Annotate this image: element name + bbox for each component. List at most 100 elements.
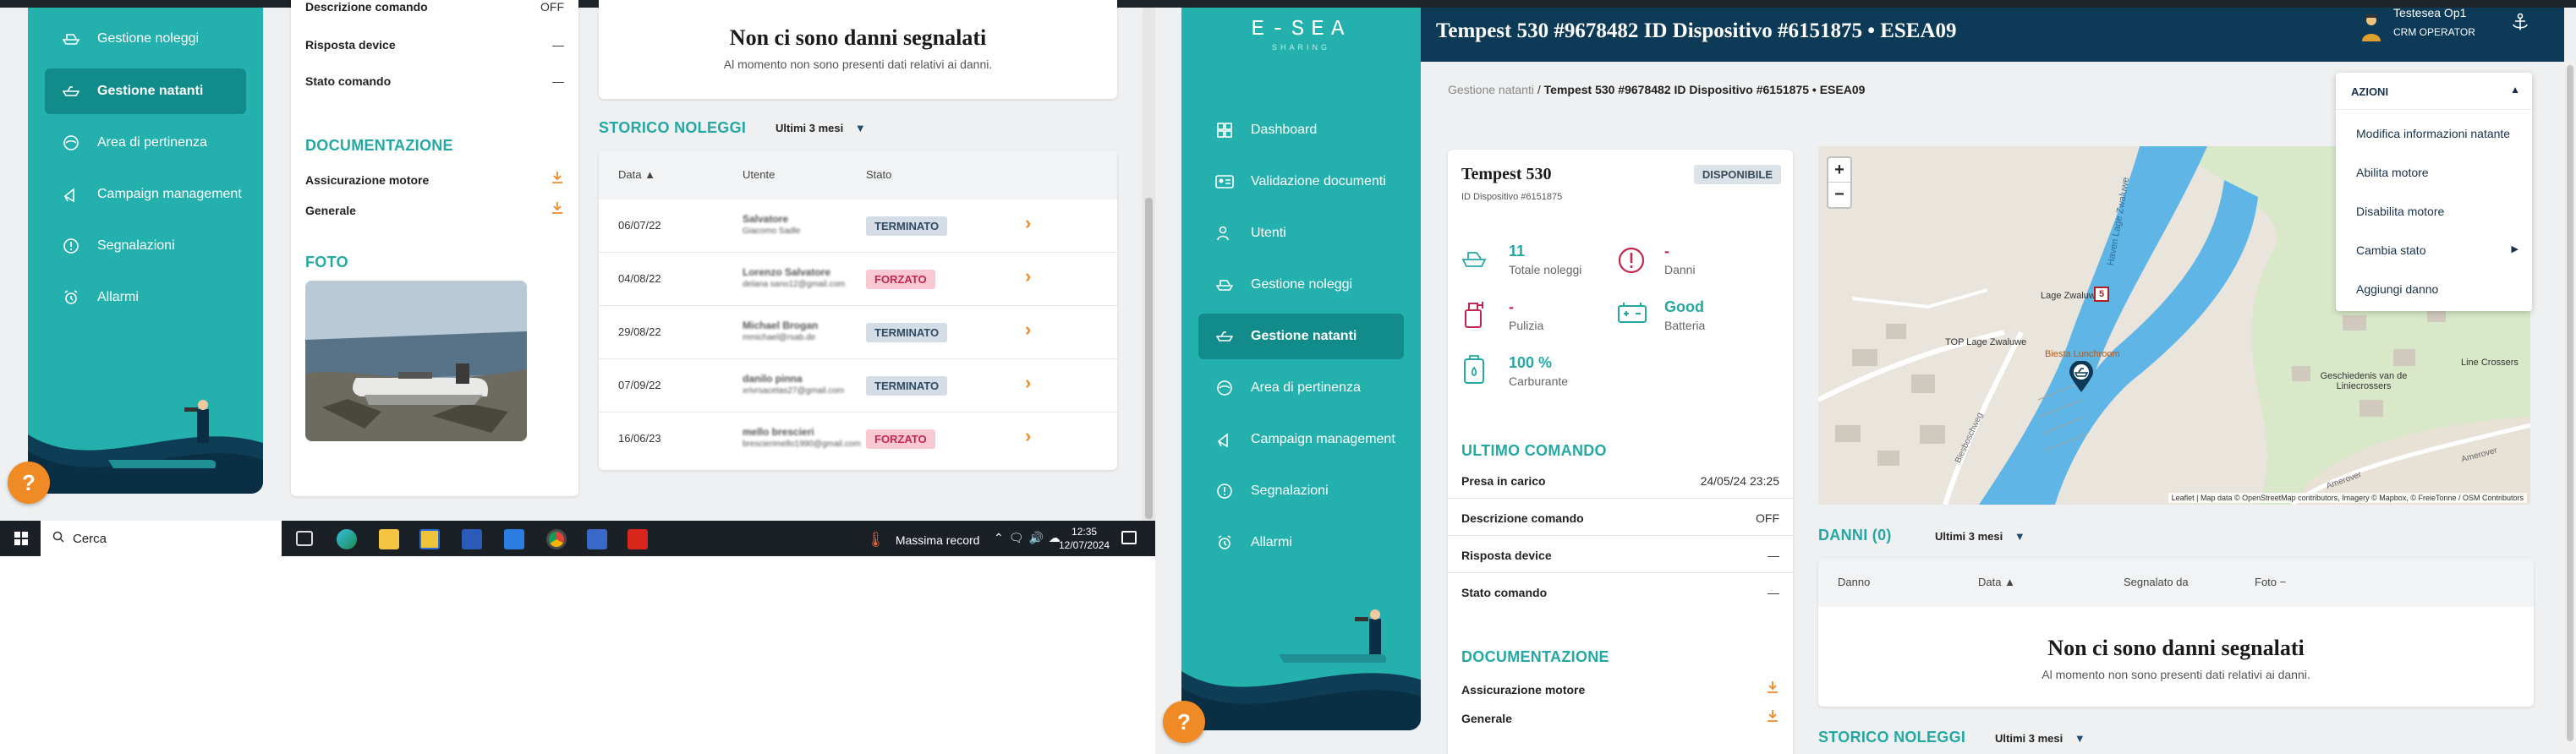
row-date: 04/08/22 — [618, 272, 661, 285]
help-button[interactable]: ? — [8, 462, 50, 504]
chevron-right-icon[interactable]: › — [1025, 425, 1031, 447]
sidebar-item-gestione-noleggi[interactable]: Gestione noleggi — [45, 16, 246, 62]
sidebar-item-segnalazioni[interactable]: Segnalazioni — [45, 223, 246, 269]
doc-row[interactable]: Generale — [1461, 709, 1779, 727]
col-header-data[interactable]: Data ▲ — [618, 168, 655, 181]
acrobat-icon[interactable] — [628, 529, 648, 549]
windows-start-icon[interactable] — [14, 532, 28, 545]
word-icon[interactable] — [462, 529, 482, 549]
sidebar-item-utenti[interactable]: Utenti — [1198, 210, 1404, 256]
edge-icon[interactable] — [337, 529, 357, 549]
avatar[interactable] — [2360, 13, 2382, 41]
download-icon[interactable] — [551, 171, 564, 188]
doc-row[interactable]: Assicurazione motore — [1461, 680, 1779, 698]
danni-filter[interactable]: Ultimi 3 mesi ▼ — [1935, 530, 2025, 543]
status-badge: TERMINATO — [866, 376, 948, 396]
chrome-icon[interactable] — [546, 529, 567, 549]
sidebar-item-label: Campaign management — [97, 187, 242, 201]
download-icon[interactable] — [1766, 709, 1779, 727]
storico-filter[interactable]: Ultimi 3 mesi ▼ — [776, 122, 866, 134]
sidebar-item-dashboard[interactable]: Dashboard — [1198, 107, 1404, 153]
sidebar-item-area-di-pertinenza[interactable]: Area di pertinenza — [1198, 365, 1404, 411]
menu-item-abilita[interactable]: Abilita motore — [2356, 166, 2429, 179]
row-user-detail: Giacomo Sadle — [743, 227, 801, 236]
zoom-in-button[interactable]: + — [1828, 158, 1850, 183]
boat-photo[interactable] — [305, 281, 527, 441]
command-status-label: Stato comando — [305, 74, 392, 88]
sidebar-item-label: Allarmi — [97, 290, 139, 304]
boat-location-marker[interactable] — [2069, 360, 2094, 397]
chevron-right-icon[interactable]: › — [1025, 372, 1031, 394]
download-icon[interactable] — [551, 201, 564, 219]
sidebar-item-gestione-natanti[interactable]: Gestione natanti — [45, 68, 246, 114]
zoom-out-button[interactable]: − — [1828, 183, 1850, 207]
row-user-name: danilo pinna — [743, 373, 803, 385]
sidebar: Gestione noleggi Gestione natanti Area d… — [28, 8, 263, 494]
app-icon[interactable] — [587, 529, 607, 549]
menu-item-aggiungi-danno[interactable]: Aggiungi danno — [2356, 282, 2438, 296]
file-explorer-icon[interactable] — [379, 529, 399, 549]
azioni-header[interactable]: AZIONI ▲ — [2336, 73, 2532, 110]
tray-icons[interactable]: ⌃🗨🔊☁ — [994, 531, 1066, 545]
row-user-detail: xrivrsacetas27@gmail.com — [743, 386, 845, 396]
command-description-label: Descrizione comando — [305, 0, 428, 14]
map-number-marker: 5 — [2094, 287, 2109, 302]
sidebar-item-campaign-management[interactable]: Campaign management — [1198, 417, 1404, 462]
scrollbar[interactable] — [1143, 8, 1155, 521]
anchor-icon[interactable] — [2512, 13, 2529, 36]
menu-item-disabilita[interactable]: Disabilita motore — [2356, 205, 2444, 218]
table-row[interactable]: 29/08/22 Michael Brogan mmichael@rsab.de TE… — [599, 306, 1117, 359]
sidebar-item-validazione-documenti[interactable]: Validazione documenti — [1198, 159, 1404, 205]
sidebar-item-allarmi[interactable]: Allarmi — [1198, 520, 1404, 566]
chevron-right-icon[interactable]: › — [1025, 212, 1031, 234]
doc-row[interactable]: Generale — [305, 201, 564, 219]
col-header-data[interactable]: Data ▲ — [1978, 576, 2015, 588]
doc-label: Generale — [1461, 711, 1512, 725]
sidebar-item-gestione-noleggi[interactable]: Gestione noleggi — [1198, 262, 1404, 308]
table-row[interactable]: 16/06/23 mello brescieri brescierimello199… — [599, 413, 1117, 466]
col-header-stato[interactable]: Stato — [866, 168, 891, 181]
notifications-icon[interactable] — [1121, 531, 1137, 544]
megaphone-icon — [1215, 430, 1234, 449]
storico-filter[interactable]: Ultimi 3 mesi ▼ — [1995, 732, 2085, 745]
left-screen: Gestione noleggi Gestione natanti Area d… — [0, 0, 1155, 556]
help-button[interactable]: ? — [1163, 701, 1205, 743]
chevron-right-icon[interactable]: › — [1025, 319, 1031, 341]
col-header-segnalato[interactable]: Segnalato da — [2124, 576, 2189, 588]
sidebar-item-campaign[interactable]: Campaign management — [45, 172, 246, 217]
menu-item-cambia-stato[interactable]: Cambia stato — [2356, 243, 2425, 257]
app-header: Tempest 530 #9678482 ID Dispositivo #615… — [1421, 6, 2564, 62]
menu-item-modifica[interactable]: Modifica informazioni natante — [2356, 127, 2510, 140]
mail-icon[interactable] — [504, 529, 524, 549]
col-header-danno[interactable]: Danno — [1838, 576, 1870, 588]
task-view-icon[interactable] — [296, 531, 313, 546]
azioni-title: AZIONI — [2351, 85, 2389, 98]
sidebar-item-label: Segnalazioni — [97, 238, 175, 253]
clock[interactable]: 12:35 12/07/2024 — [1059, 525, 1110, 552]
col-header-foto[interactable]: Foto − — [2255, 576, 2286, 588]
doc-row[interactable]: Assicurazione motore — [305, 171, 564, 188]
sidebar-item-gestione-natanti[interactable]: Gestione natanti — [1198, 314, 1404, 359]
store-icon[interactable] — [419, 529, 440, 549]
breadcrumb-parent[interactable]: Gestione natanti — [1448, 83, 1534, 96]
weather-widget[interactable]: 🌡 Massima record — [866, 531, 979, 549]
col-header-utente[interactable]: Utente — [743, 168, 775, 181]
zoom-control: + − — [1827, 156, 1852, 209]
search-box[interactable]: Cerca — [41, 521, 282, 556]
chevron-right-icon[interactable]: › — [1025, 265, 1031, 287]
table-row[interactable]: 04/08/22 Lorenzo Salvatore delana sano12@g… — [599, 253, 1117, 306]
map-label-top: TOP Lage Zwaluwe — [1945, 337, 2027, 347]
sidebar-item-segnalazioni[interactable]: Segnalazioni — [1198, 468, 1404, 514]
sidebar-item-allarmi[interactable]: Allarmi — [45, 275, 246, 320]
sidebar-item-label: Segnalazioni — [1251, 484, 1329, 498]
command-status-label: Stato comando — [1461, 586, 1548, 599]
sidebar-item-label: Dashboard — [1251, 123, 1318, 137]
sidebar-item-area-pertinenza[interactable]: Area di pertinenza — [45, 120, 246, 166]
download-icon[interactable] — [1766, 680, 1779, 698]
table-row[interactable]: 07/09/22 danilo pinna xrivrsacetas27@gmail… — [599, 359, 1117, 413]
table-row[interactable]: 06/07/22 Salvatore Giacomo Sadle TERMINATO › — [599, 199, 1117, 253]
fuel-icon — [1461, 354, 1487, 389]
device-response-label: Risposta device — [305, 38, 396, 52]
alert-circle-icon — [1617, 246, 1646, 279]
scrollbar[interactable] — [2564, 62, 2576, 754]
